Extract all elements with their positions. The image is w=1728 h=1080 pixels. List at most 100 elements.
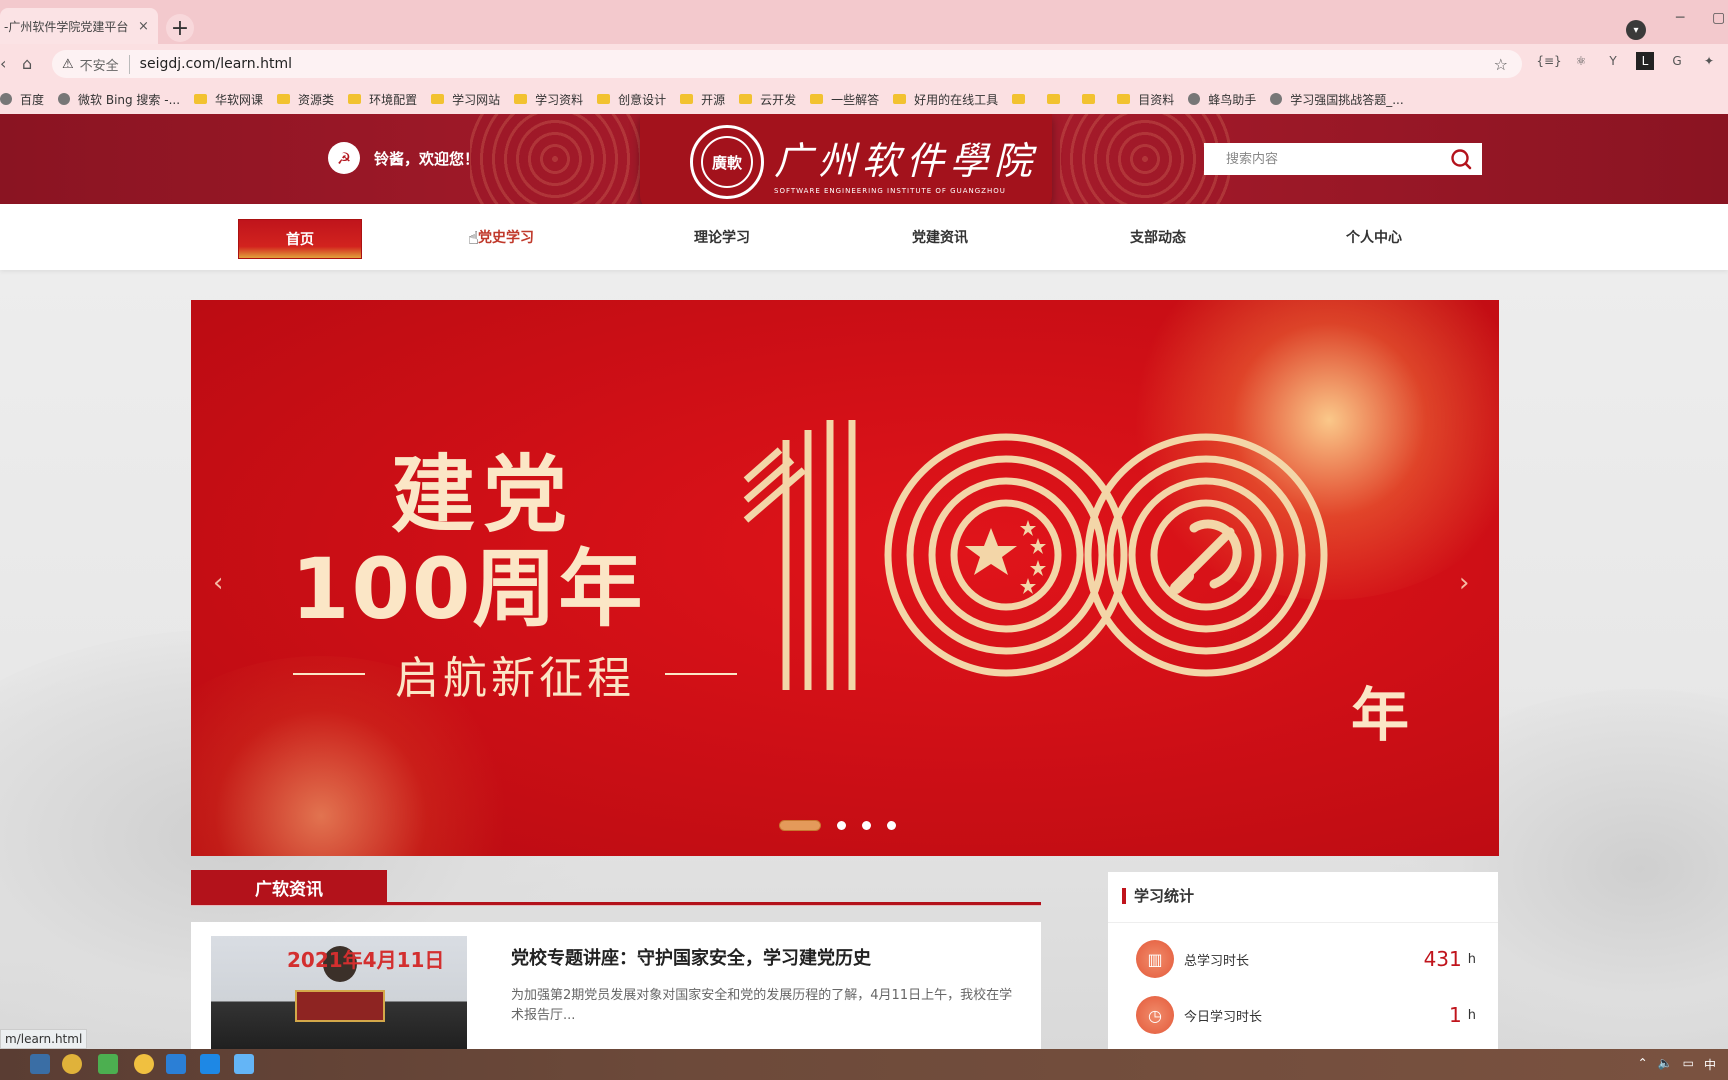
minimize-icon[interactable]: ─	[1676, 10, 1684, 26]
volume-icon[interactable]: 🔈	[1658, 1056, 1673, 1073]
seal-icon: 廣軟	[690, 125, 764, 199]
carousel-next-icon[interactable]: ›	[1459, 568, 1469, 598]
bookmark-item[interactable]: 环境配置	[348, 91, 417, 108]
nav-theory[interactable]: 理论学习	[660, 204, 784, 270]
omnibox[interactable]: ⚠ 不安全 seigdj.com/learn.html ☆	[52, 50, 1522, 78]
bookmark-item[interactable]: 创意设计	[597, 91, 666, 108]
nav-home[interactable]: 首页	[238, 219, 362, 259]
search-icon[interactable]	[1440, 143, 1482, 175]
tab-title: -广州软件学院党建平台	[4, 19, 129, 34]
bookmark-label: 百度	[20, 92, 45, 107]
bookmark-item[interactable]	[1082, 94, 1103, 104]
study-stats-panel: 学习统计 ▥ 总学习时长 431 h ◷ 今日学习时长 1 h	[1108, 872, 1498, 1049]
bookmark-item[interactable]: 学习强国挑战答题_...	[1270, 91, 1404, 108]
bookmark-item[interactable]: 一些解答	[810, 91, 879, 108]
carousel-prev-icon[interactable]: ‹	[213, 568, 223, 598]
bookmark-label: 目资料	[1138, 92, 1175, 107]
news-thumbnail[interactable]: 2021年4月11日	[211, 936, 467, 1049]
browser-tab[interactable]: -广州软件学院党建平台 ×	[0, 8, 158, 44]
carousel-dot[interactable]	[779, 820, 821, 831]
extension-l-icon[interactable]: L	[1636, 52, 1654, 70]
main-nav: 首页 党史学习 理论学习 党建资讯 支部动态 个人中心	[0, 204, 1728, 270]
bookmark-label: 资源类	[298, 92, 335, 107]
bookmark-item[interactable]: 学习资料	[514, 91, 583, 108]
nav-party-history[interactable]: 党史学习	[444, 204, 568, 270]
app-p-icon[interactable]	[200, 1054, 220, 1074]
file-explorer-icon[interactable]	[30, 1054, 50, 1074]
folder-icon	[1012, 94, 1026, 104]
bookmark-item[interactable]: 学习网站	[431, 91, 500, 108]
tray-up-icon[interactable]: ⌃	[1638, 1056, 1648, 1073]
nav-branch-updates[interactable]: 支部动态	[1096, 204, 1220, 270]
carousel-dot[interactable]	[862, 821, 871, 830]
search-input[interactable]	[1204, 143, 1440, 175]
banner-nian: 年	[1351, 681, 1410, 749]
extension-grammarly-icon[interactable]: G	[1668, 52, 1686, 70]
folder-icon	[514, 94, 528, 104]
subtitle-line	[293, 673, 365, 675]
wechat-icon[interactable]	[98, 1054, 118, 1074]
bookmark-item[interactable]: 目资料	[1117, 91, 1174, 108]
extension-react-icon[interactable]: ⚛	[1572, 52, 1590, 70]
nav-party-news[interactable]: 党建资讯	[878, 204, 1002, 270]
stat-total-hours: ▥ 总学习时长 431 h	[1136, 938, 1476, 980]
new-tab-button[interactable]: +	[166, 14, 194, 42]
extensions-puzzle-icon[interactable]: ✦	[1700, 52, 1718, 70]
extension-json-icon[interactable]: {≡}	[1536, 52, 1561, 70]
stat-label: 总学习时长	[1184, 953, 1250, 969]
bing-icon	[58, 93, 71, 105]
bookmark-item[interactable]: 云开发	[739, 91, 796, 108]
news-section-rule	[191, 902, 1041, 906]
bookmark-item[interactable]: 开源	[680, 91, 725, 108]
centenary-100-graphic	[743, 420, 1328, 690]
home-icon[interactable]: ⌂	[22, 54, 32, 73]
news-item[interactable]: 2021年4月11日 党校专题讲座：守护国家安全，学习建党历史 为加强第2期党员…	[191, 922, 1041, 1049]
back-icon[interactable]: ‹	[0, 54, 6, 73]
carousel-dot[interactable]	[887, 821, 896, 830]
vscode-icon[interactable]	[166, 1054, 186, 1074]
extension-vue-icon[interactable]: Y	[1604, 52, 1622, 70]
ime-icon[interactable]: 中	[1704, 1056, 1716, 1073]
nav-personal-center[interactable]: 个人中心	[1312, 204, 1436, 270]
insecure-label[interactable]: 不安全	[80, 54, 130, 74]
news-section-header: 广软资讯	[191, 870, 1041, 908]
news-section-title[interactable]: 广软资讯	[191, 870, 387, 904]
url-text[interactable]: seigdj.com/learn.html	[140, 56, 292, 72]
bookmark-item[interactable]: 资源类	[277, 91, 334, 108]
browser-tab-strip: -广州软件学院党建平台 × + ▾ ─ ▢	[0, 0, 1728, 44]
hand-cursor-icon: ☝	[468, 228, 479, 249]
hero-carousel[interactable]: 建党 100周年 启航新征程 年 ‹ ›	[191, 300, 1499, 856]
news-title[interactable]: 党校专题讲座：守护国家安全，学习建党历史	[511, 944, 871, 970]
welcome-message: ☭ 铃酱，欢迎您！	[328, 142, 479, 174]
clock-icon: ◷	[1136, 996, 1174, 1034]
bookmark-label: 开源	[701, 92, 726, 107]
network-icon[interactable]: ▭	[1683, 1056, 1694, 1073]
bookmark-item[interactable]	[1012, 94, 1033, 104]
bookmark-item[interactable]: 百度	[0, 91, 44, 108]
folder-icon	[893, 94, 907, 104]
folder-icon	[194, 94, 208, 104]
banner-title-line2: 100周年	[291, 540, 645, 638]
system-tray[interactable]: ⌃ 🔈 ▭ 中	[1638, 1056, 1716, 1073]
banner-subtitle: 启航新征程	[263, 642, 767, 706]
chrome-icon[interactable]	[62, 1054, 82, 1074]
folder-icon	[348, 94, 362, 104]
bookmark-label: 微软 Bing 搜索 -...	[78, 92, 181, 107]
profile-icon[interactable]: ▾	[1626, 20, 1646, 40]
app-icon[interactable]	[234, 1054, 254, 1074]
carousel-dot[interactable]	[837, 821, 846, 830]
bookmark-item[interactable]: 微软 Bing 搜索 -...	[58, 91, 180, 108]
bookmark-item[interactable]	[1047, 94, 1068, 104]
address-bar-row: ‹ ⌂ ⚠ 不安全 seigdj.com/learn.html ☆ {≡} ⚛ …	[0, 44, 1728, 84]
restore-icon[interactable]: ▢	[1712, 10, 1725, 26]
school-logo[interactable]: 廣軟 广州软件學院 SOFTWARE ENGINEERING INSTITUTE…	[640, 114, 1052, 210]
bookmark-item[interactable]: 好用的在线工具	[893, 91, 998, 108]
app-icon[interactable]	[134, 1054, 154, 1074]
folder-icon	[277, 94, 291, 104]
bookmark-item[interactable]: 蜂鸟助手	[1188, 91, 1256, 108]
folder-icon	[810, 94, 824, 104]
warning-icon[interactable]: ⚠	[62, 57, 74, 72]
bookmark-item[interactable]: 华软网课	[194, 91, 263, 108]
bookmark-star-icon[interactable]: ☆	[1494, 55, 1508, 74]
tab-close-icon[interactable]: ×	[138, 19, 149, 34]
